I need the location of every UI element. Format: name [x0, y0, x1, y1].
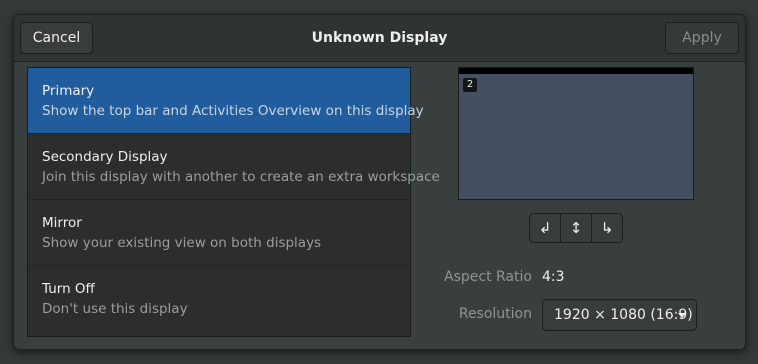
apply-button[interactable]: Apply	[665, 22, 739, 54]
mode-row-primary[interactable]: Primary Show the top bar and Activities …	[28, 68, 424, 134]
mode-row-secondary[interactable]: Secondary Display Join this display with…	[28, 134, 440, 200]
mode-subtitle: Show the top bar and Activities Overview…	[42, 103, 424, 119]
mode-row-mirror[interactable]: Mirror Show your existing view on both d…	[28, 200, 410, 266]
resolution-dropdown[interactable]: 1920 × 1080 (16:9)	[542, 299, 697, 331]
display-preview: 2	[458, 67, 694, 200]
mode-title: Mirror	[42, 215, 82, 231]
dialog-title: Unknown Display	[311, 30, 448, 46]
chevron-down-icon	[678, 313, 686, 318]
rotate-left-icon[interactable]: ↲	[530, 214, 561, 242]
mode-title: Turn Off	[42, 281, 95, 297]
rotate-right-icon[interactable]: ↳	[592, 214, 622, 242]
rotation-buttons: ↲ ↕ ↳	[529, 213, 623, 243]
display-number-badge: 2	[463, 78, 477, 92]
resolution-value: 1920 × 1080 (16:9)	[554, 307, 693, 323]
display-mode-list: Primary Show the top bar and Activities …	[27, 67, 440, 337]
aspect-ratio-value: 4:3	[542, 269, 565, 285]
mode-subtitle: Join this display with another to create…	[42, 169, 440, 185]
preview-top-bar	[459, 68, 693, 74]
flip-vertical-icon[interactable]: ↕	[561, 214, 592, 242]
display-settings-dialog: Cancel Unknown Display Apply Primary Sho…	[13, 14, 746, 350]
mode-subtitle: Show your existing view on both displays	[42, 235, 322, 251]
resolution-label: Resolution	[458, 306, 532, 322]
mode-title: Secondary Display	[42, 149, 168, 165]
mode-title: Primary	[42, 83, 95, 99]
mode-subtitle: Don't use this display	[42, 301, 188, 317]
aspect-ratio-label: Aspect Ratio	[444, 269, 532, 285]
mode-row-turn-off[interactable]: Turn Off Don't use this display	[28, 266, 410, 332]
header-bar: Cancel Unknown Display Apply	[14, 15, 745, 62]
